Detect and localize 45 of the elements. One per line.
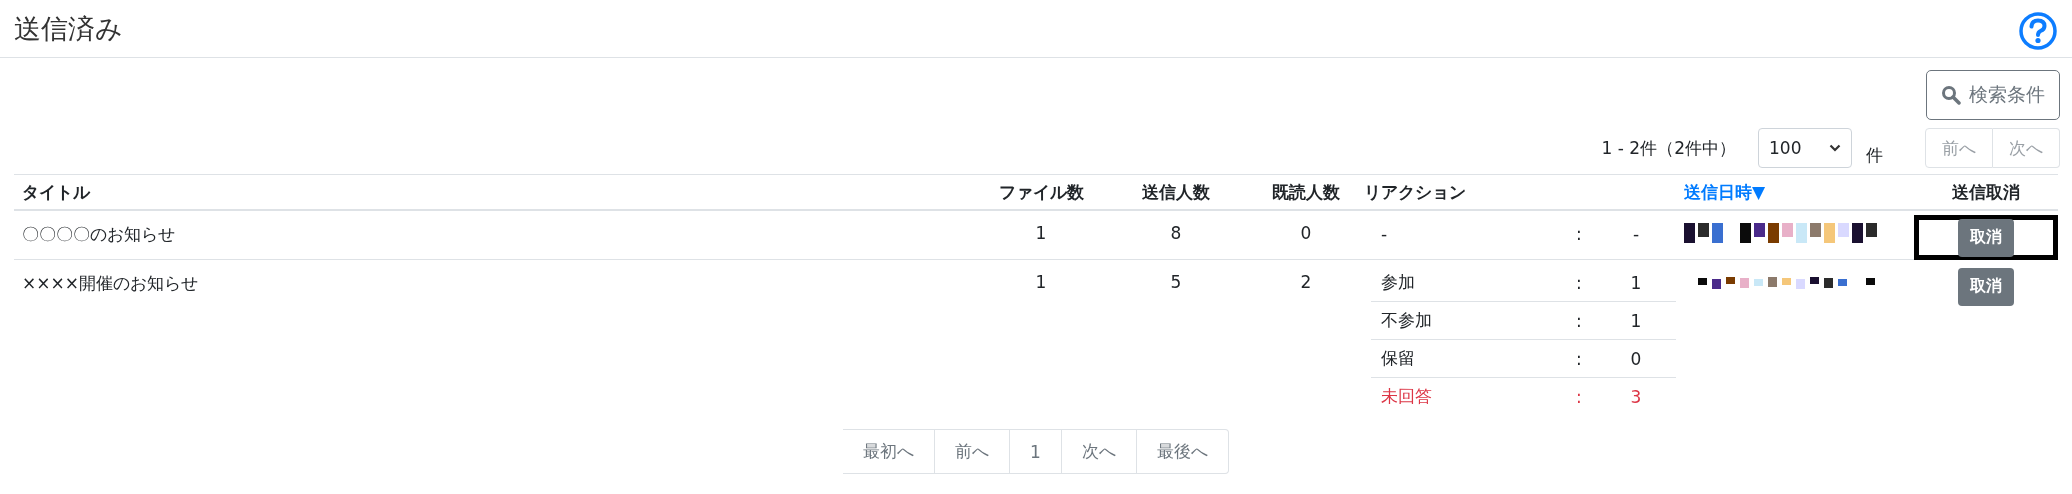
- table-cell: 8: [1170, 223, 1182, 243]
- chevron-down-icon: [1829, 144, 1841, 152]
- title-cell: ××××開催のお知らせ: [22, 273, 198, 293]
- pagination-button[interactable]: 1: [1010, 429, 1062, 474]
- column-header: タイトル: [22, 182, 90, 202]
- separator: :: [1576, 310, 1583, 331]
- separator: :: [1576, 348, 1583, 369]
- separator: :: [1576, 386, 1583, 407]
- reaction-label: -: [1381, 223, 1389, 244]
- pagination-button[interactable]: 最初へ: [843, 429, 936, 474]
- reaction-count: 1: [1629, 310, 1643, 331]
- sort-link[interactable]: 送信日時▼: [1684, 182, 1766, 202]
- table-cell: 0: [1300, 223, 1312, 243]
- column-header: リアクション: [1364, 182, 1466, 202]
- reaction-label: 保留: [1381, 347, 1416, 370]
- unit-label: 件: [1866, 144, 1883, 167]
- pagination-button[interactable]: 前へ: [935, 429, 1011, 474]
- column-header: 送信取消: [1952, 182, 2020, 202]
- cancel-button[interactable]: 取消: [1958, 267, 2014, 306]
- cancel-button[interactable]: 取消: [1958, 218, 2014, 257]
- reaction-count: 3: [1629, 386, 1643, 407]
- reaction-label: 不参加: [1381, 309, 1433, 332]
- reaction-label: 未回答: [1381, 385, 1433, 408]
- reaction-count: 0: [1629, 348, 1643, 369]
- separator: :: [1576, 272, 1583, 293]
- column-header: ファイル数: [998, 182, 1084, 202]
- page-size-select[interactable]: 100: [1758, 128, 1852, 168]
- pagination-button[interactable]: 最後へ: [1136, 429, 1229, 474]
- table-cell: 2: [1300, 272, 1312, 292]
- separator: :: [1576, 223, 1583, 244]
- table-cell: 5: [1170, 272, 1182, 292]
- help-icon[interactable]: [2018, 10, 2058, 51]
- reaction-count: -: [1631, 223, 1641, 244]
- reaction-count: 1: [1629, 272, 1643, 293]
- column-header: 既読人数: [1272, 182, 1340, 202]
- page-title: 送信済み: [14, 11, 123, 46]
- pagination-button[interactable]: 次へ: [1061, 429, 1137, 474]
- reaction-label: 参加: [1381, 271, 1416, 294]
- column-header: 送信人数: [1142, 182, 1210, 202]
- title-cell: 〇〇〇〇のお知らせ: [22, 224, 175, 244]
- search-conditions-button[interactable]: 検索条件: [1926, 70, 2060, 120]
- table-cell: 1: [1035, 223, 1047, 243]
- table-cell: 1: [1035, 272, 1047, 292]
- search-icon: [1941, 85, 1961, 105]
- result-count: 1 - 2件（2件中）: [1601, 136, 1736, 160]
